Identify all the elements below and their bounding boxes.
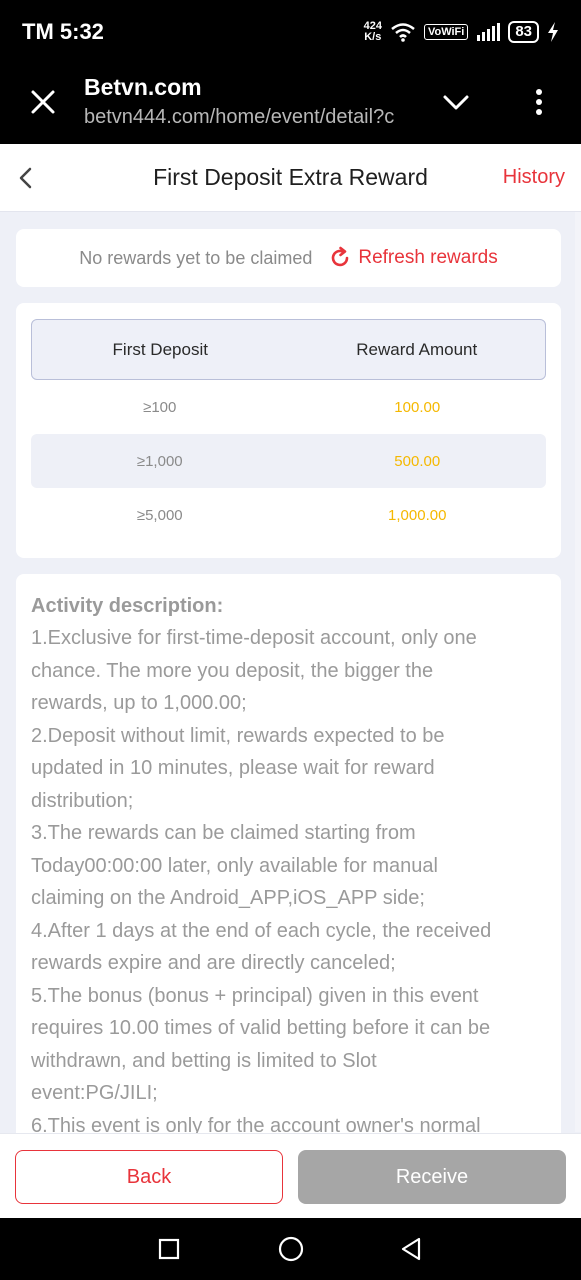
description-line: 2.Deposit without limit, rewards expecte…	[31, 724, 445, 747]
no-rewards-message: No rewards yet to be claimed	[79, 247, 313, 268]
more-vert-icon[interactable]	[528, 86, 550, 118]
description-line: distribution;	[31, 789, 134, 812]
description-line: Today00:00:00 later, only available for …	[31, 854, 438, 877]
description-line: 1.Exclusive for first-time-deposit accou…	[31, 627, 477, 649]
description-line: updated in 10 minutes, please wait for r…	[31, 757, 435, 779]
reward-amount: 100.00	[394, 398, 441, 416]
description-line: withdrawn, and betting is limited to Slo…	[31, 1049, 377, 1072]
network-speed-unit: K/s	[364, 31, 382, 43]
close-icon[interactable]	[27, 86, 59, 118]
receive-button[interactable]: Receive	[298, 1150, 566, 1204]
activity-description-card: Activity description: 1.Exclusive for fi…	[16, 574, 561, 1174]
network-speed: 424 K/s	[364, 21, 382, 43]
status-time: TM 5:32	[22, 19, 104, 44]
column-header-reward-amount: Reward Amount	[356, 339, 478, 359]
description-line: claiming on the Android_APP,iOS_APP side…	[31, 887, 425, 909]
refresh-icon	[332, 246, 349, 267]
table-row: ≥100 100.00	[31, 380, 546, 434]
system-back-icon[interactable]	[398, 1236, 424, 1262]
reward-amount: 500.00	[394, 452, 441, 470]
table-row: ≥1,000 500.00	[31, 434, 546, 488]
description-line: event:PG/JILI;	[31, 1082, 158, 1104]
vowifi-badge: VoWiFi	[423, 24, 469, 40]
home-icon[interactable]	[277, 1235, 305, 1263]
chevron-down-icon[interactable]	[440, 86, 472, 118]
site-title: Betvn.com	[84, 74, 202, 100]
reward-amount: 1,000.00	[388, 506, 447, 524]
deposit-threshold: ≥1,000	[136, 452, 183, 470]
deposit-threshold: ≥100	[143, 398, 177, 416]
rewards-status-card: No rewards yet to be claimed Refresh rew…	[16, 229, 561, 287]
wifi-icon	[391, 23, 415, 42]
browser-toolbar: Betvn.com betvn444.com/home/event/detail…	[0, 64, 581, 144]
description-line: rewards expire and are directly canceled…	[31, 952, 396, 974]
description-line: requires 10.00 times of valid betting be…	[31, 1017, 491, 1039]
action-bar: Back Receive	[0, 1133, 581, 1218]
description-line: 4.After 1 days at the end of each cycle,…	[31, 919, 492, 942]
scrollbar-track[interactable]	[575, 212, 581, 1132]
app-header: First Deposit Extra Reward History	[0, 144, 581, 212]
table-row: ≥5,000 1,000.00	[31, 488, 546, 542]
site-url[interactable]: betvn444.com/home/event/detail?c	[84, 106, 420, 129]
signal-icon	[477, 23, 501, 41]
charging-icon	[548, 22, 558, 42]
history-link[interactable]: History	[503, 166, 565, 189]
description-line: chance. The more you deposit, the bigger…	[31, 659, 434, 682]
recent-apps-icon[interactable]	[157, 1237, 181, 1261]
page: TM 5:32 424 K/s VoWiFi 83 Betvn.com betv…	[0, 0, 581, 1280]
deposit-threshold: ≥5,000	[136, 506, 183, 524]
refresh-rewards-label: Refresh rewards	[358, 247, 498, 268]
status-bar: TM 5:32 424 K/s VoWiFi 83	[0, 0, 581, 64]
column-header-first-deposit: First Deposit	[112, 339, 208, 359]
refresh-rewards-button[interactable]: Refresh rewards	[328, 246, 498, 270]
back-button[interactable]: Back	[15, 1150, 283, 1204]
description-line: 3.The rewards can be claimed starting fr…	[31, 822, 416, 844]
system-nav-bar	[0, 1218, 581, 1280]
description-title: Activity description:	[31, 595, 224, 617]
battery-level: 83	[508, 21, 539, 43]
system-indicators: 424 K/s VoWiFi 83	[364, 21, 559, 43]
description-line: rewards, up to 1,000.00;	[31, 692, 247, 714]
reward-table-card: First Deposit Reward Amount ≥100 100.00 …	[16, 303, 561, 558]
description-line: 5.The bonus (bonus + principal) given in…	[31, 984, 479, 1007]
table-header: First Deposit Reward Amount	[31, 319, 546, 380]
page-title: First Deposit Extra Reward	[153, 164, 428, 190]
